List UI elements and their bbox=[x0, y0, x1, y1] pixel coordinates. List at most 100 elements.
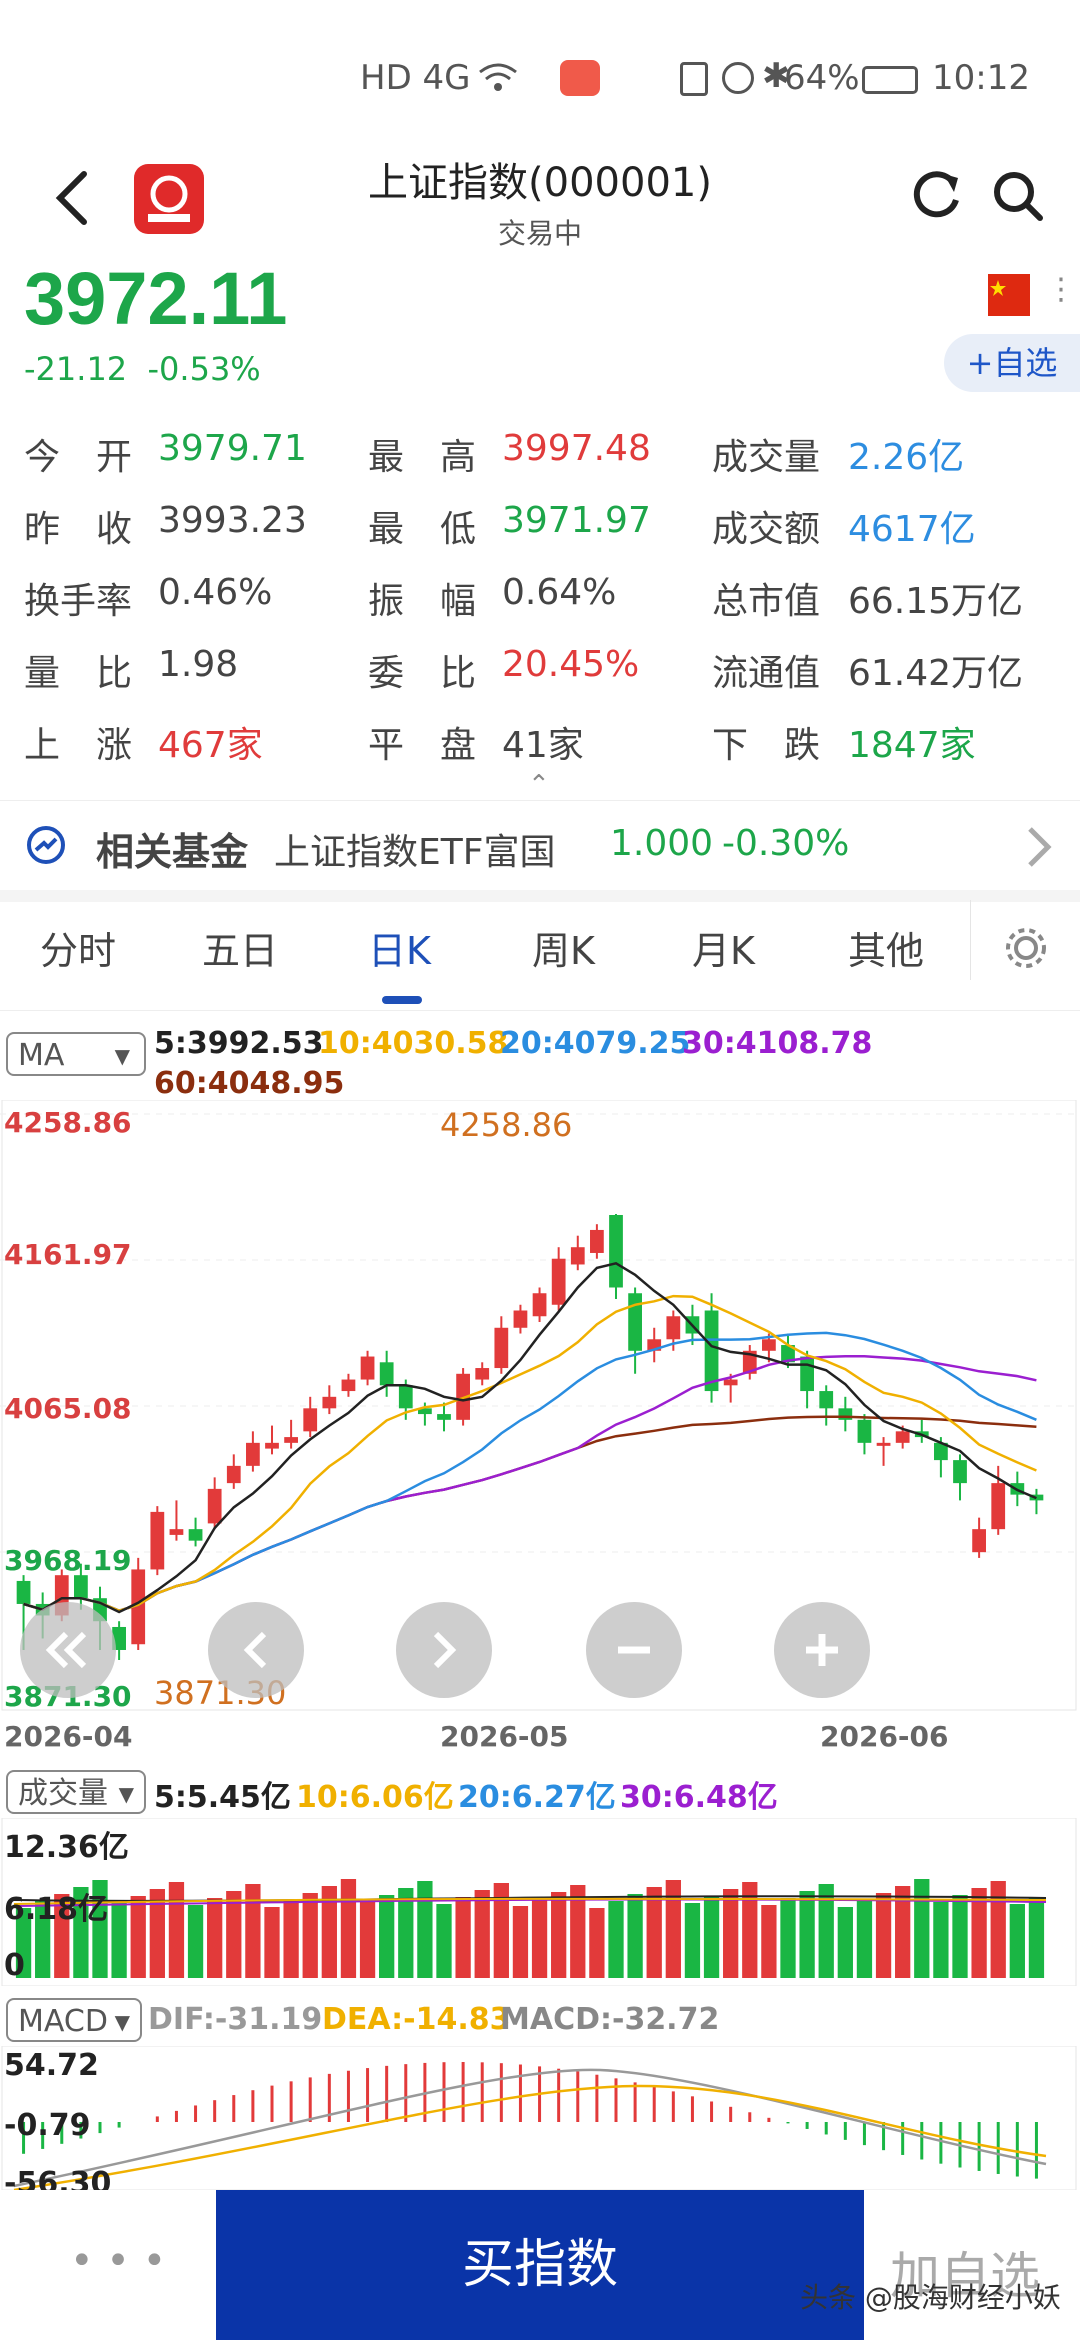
app-notification-icon bbox=[560, 60, 600, 96]
candle-body bbox=[953, 1460, 967, 1484]
change-percent: -0.53% bbox=[147, 350, 261, 388]
scroll-start-button[interactable] bbox=[20, 1602, 116, 1698]
stat-label: 上 涨 bbox=[24, 725, 133, 766]
stat-label: 最 低 bbox=[368, 509, 477, 550]
candle-body bbox=[379, 1362, 394, 1386]
volume-bar bbox=[818, 1884, 834, 1978]
chevron-left-icon bbox=[243, 1631, 267, 1669]
stat-value: 3971.97 bbox=[502, 500, 651, 541]
add-watchlist-button[interactable]: +自选 bbox=[944, 334, 1080, 392]
volume-bar bbox=[856, 1900, 873, 1978]
volume-bar bbox=[875, 1893, 892, 1978]
volume-bar bbox=[799, 1891, 815, 1978]
volume-bar bbox=[933, 1902, 949, 1978]
y-label-4: 3968.19 bbox=[4, 1544, 132, 1577]
stat-label: 流通值 bbox=[712, 653, 821, 694]
tab-3[interactable]: 周K bbox=[532, 920, 595, 975]
candle-body bbox=[704, 1310, 719, 1392]
tab-2[interactable]: 日K bbox=[368, 920, 431, 975]
volume-bar bbox=[245, 1884, 261, 1978]
stat-label: 成交额 bbox=[712, 509, 821, 550]
volume-bar bbox=[417, 1881, 433, 1978]
candle-body bbox=[551, 1258, 566, 1305]
volume-bar bbox=[952, 1895, 968, 1978]
collapse-chevron-icon[interactable]: ⌃ bbox=[528, 770, 550, 800]
macd-y-mid: -0.79 bbox=[4, 2108, 91, 2143]
search-icon bbox=[994, 172, 1043, 221]
volume-bar bbox=[111, 1903, 127, 1978]
battery-percent: 64% bbox=[784, 58, 860, 98]
stat-value: 61.42万亿 bbox=[848, 653, 1024, 694]
tab-4[interactable]: 月K bbox=[692, 920, 755, 975]
candle-body bbox=[16, 1580, 31, 1604]
stat-value: 3979.71 bbox=[158, 428, 307, 469]
candle-body bbox=[150, 1511, 165, 1570]
ma30-value: 30:4108.78 bbox=[682, 1026, 873, 1061]
network-indicator: HD 4G bbox=[360, 58, 471, 98]
indicator-selector-macd[interactable]: MACD ▼ bbox=[6, 1998, 142, 2042]
volume-bar bbox=[665, 1880, 681, 1978]
macd-selector-label: MACD bbox=[18, 2004, 108, 2039]
active-tab-indicator bbox=[382, 996, 422, 1004]
candle-body bbox=[475, 1368, 490, 1380]
candle-body bbox=[819, 1391, 834, 1409]
alarm-icon bbox=[722, 62, 754, 94]
vol-y-mid: 6.18亿 bbox=[4, 1892, 109, 1927]
gear-icon bbox=[1006, 928, 1046, 968]
candle-body bbox=[74, 1575, 88, 1599]
candle-body bbox=[723, 1379, 738, 1386]
ma30-line bbox=[23, 1354, 1037, 1613]
fund-name: 上证指数ETF富国 bbox=[274, 832, 556, 873]
stat-value: 3993.23 bbox=[158, 500, 307, 541]
candle-body bbox=[800, 1356, 814, 1392]
indicator-selector-ma[interactable]: MA ▼ bbox=[6, 1032, 146, 1076]
watermark-text: 头条 @股海财经小妖 bbox=[800, 2281, 1061, 2314]
candle-body bbox=[570, 1247, 585, 1265]
ma-selector-label: MA bbox=[18, 1038, 65, 1073]
stat-label: 今 开 bbox=[24, 437, 133, 478]
stat-value: 4617亿 bbox=[848, 509, 976, 550]
volume-bar bbox=[1028, 1897, 1045, 1978]
zoom-in-button[interactable] bbox=[774, 1602, 870, 1698]
candle-body bbox=[226, 1465, 241, 1484]
refresh-button[interactable] bbox=[910, 168, 964, 222]
ma5-value: 5:3992.53 bbox=[154, 1026, 324, 1061]
volume-bar bbox=[589, 1908, 605, 1978]
candle-body bbox=[513, 1310, 528, 1328]
volume-bar bbox=[474, 1890, 490, 1978]
more-icon[interactable]: ⋮ bbox=[1046, 272, 1076, 307]
plus-icon bbox=[806, 1634, 838, 1666]
candle-body bbox=[265, 1442, 279, 1449]
macd-chart[interactable] bbox=[0, 2046, 1080, 2190]
scroll-left-button[interactable] bbox=[208, 1602, 304, 1698]
indicator-selector-volume[interactable]: 成交量 ▼ bbox=[6, 1770, 146, 1814]
tab-5[interactable]: 其他 bbox=[848, 920, 924, 975]
battery-icon bbox=[862, 66, 918, 94]
kline-chart[interactable] bbox=[0, 1100, 1080, 1720]
volume-bar bbox=[646, 1887, 662, 1978]
y-label-max: 4258.86 bbox=[4, 1106, 132, 1139]
fund-section-title: 相关基金 bbox=[96, 830, 249, 874]
caret-down-icon: ▼ bbox=[114, 1044, 130, 1068]
zoom-out-button[interactable] bbox=[586, 1602, 682, 1698]
tab-0[interactable]: 分时 bbox=[40, 920, 116, 975]
tabs-divider bbox=[0, 1010, 1080, 1011]
volume-bar bbox=[512, 1906, 529, 1978]
volume-chart[interactable] bbox=[0, 1818, 1080, 1986]
chart-settings-button[interactable] bbox=[1004, 926, 1048, 970]
tab-1[interactable]: 五日 bbox=[202, 920, 278, 975]
related-fund-row[interactable]: 相关基金 上证指数ETF富国 1.000 -0.30% bbox=[0, 800, 1080, 892]
candle-body bbox=[303, 1408, 318, 1432]
tab-separator bbox=[970, 900, 971, 980]
y-label-2: 4161.97 bbox=[4, 1238, 132, 1271]
scroll-right-button[interactable] bbox=[396, 1602, 492, 1698]
caret-down-icon: ▼ bbox=[118, 1782, 134, 1806]
search-button[interactable] bbox=[990, 168, 1044, 222]
stat-value: 1847家 bbox=[848, 725, 976, 766]
more-options-button[interactable]: • • • bbox=[70, 2238, 166, 2284]
volume-bar bbox=[302, 1893, 318, 1978]
candle-body bbox=[360, 1356, 375, 1380]
buy-index-button[interactable]: 买指数 bbox=[216, 2190, 864, 2340]
volume-bar bbox=[1009, 1904, 1025, 1978]
vol-y-max: 12.36亿 bbox=[4, 1830, 129, 1865]
